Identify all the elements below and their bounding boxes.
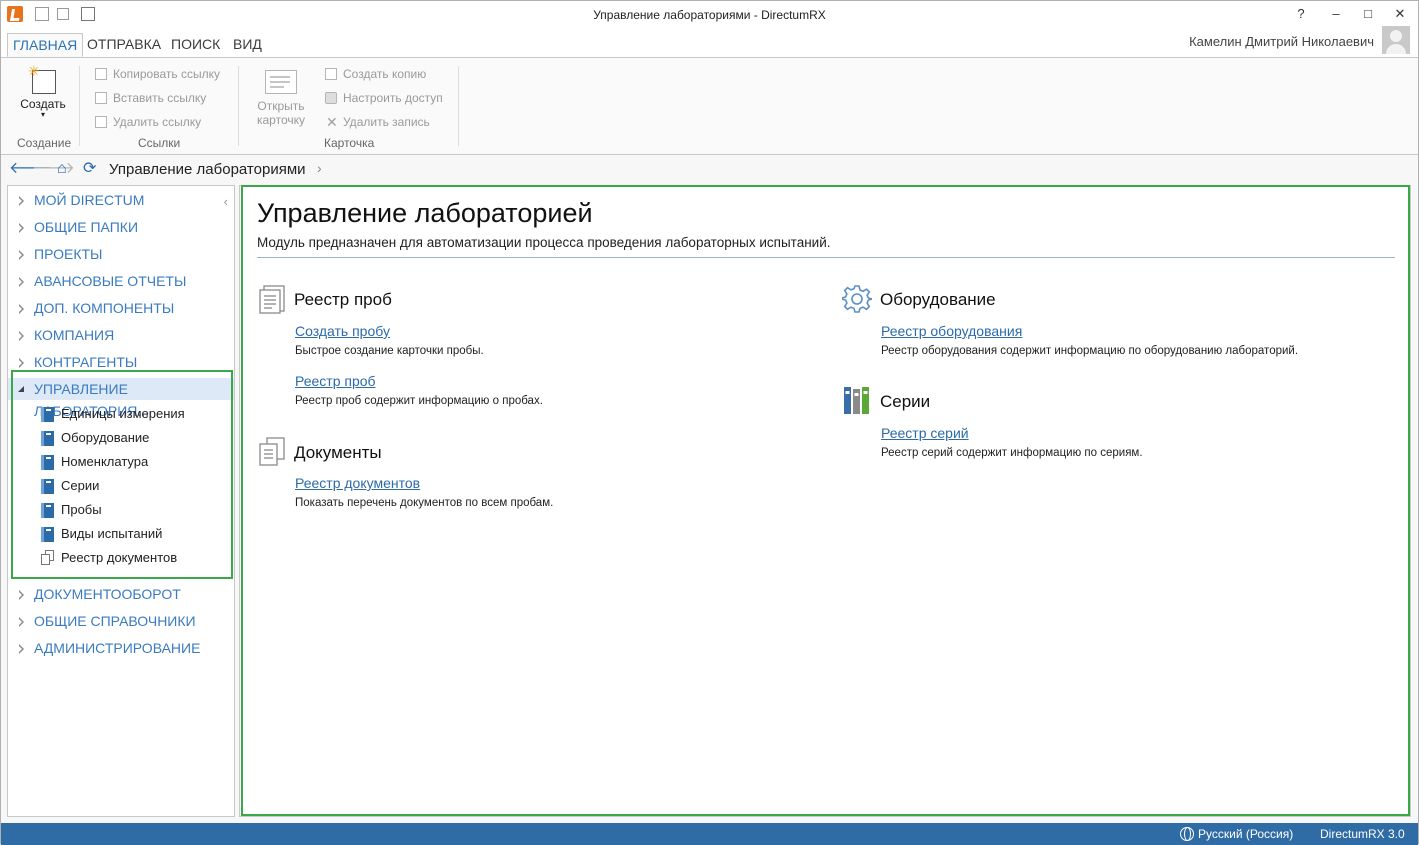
sidebar-item-shared-folders[interactable]: ОБЩИЕ ПАПКИ	[8, 216, 234, 238]
sidebar-item-projects[interactable]: ПРОЕКТЫ	[8, 243, 234, 265]
copy-link-button[interactable]: Копировать ссылку	[93, 64, 220, 84]
expand-arrow-icon	[19, 277, 24, 287]
delete-link-icon	[95, 116, 107, 128]
sidebar-item-my-directum[interactable]: МОЙ DIRECTUM	[8, 189, 234, 211]
maximize-button[interactable]: □	[1353, 4, 1383, 24]
ribbon-separator	[458, 66, 459, 146]
ribbon-separator	[79, 66, 80, 146]
navigation-bar: 🡐 🡒 ⌂ ⟳ Управление лабораториями ›	[1, 156, 1418, 183]
create-copy-button[interactable]: Создать копию	[323, 64, 426, 84]
copy-link-icon	[95, 68, 107, 80]
sidebar-item-document-flow[interactable]: ДОКУМЕНТООБОРОТ	[8, 583, 234, 605]
delete-link-button[interactable]: Удалить ссылку	[93, 112, 201, 132]
expand-arrow-icon	[19, 590, 24, 600]
window-title: Управление лабораториями - DirectumRX	[593, 8, 826, 22]
create-dropdown-arrow: ▾	[40, 110, 45, 119]
expand-arrow-icon	[19, 644, 24, 654]
refresh-icon[interactable]: ⟳	[83, 161, 96, 177]
group-label-card: Карточка	[324, 136, 375, 150]
paste-link-icon	[95, 92, 107, 104]
open-card-button[interactable]: Открыть карточку	[251, 70, 311, 127]
version-label: DirectumRX 3.0	[1320, 827, 1405, 841]
help-button[interactable]: ?	[1286, 4, 1316, 24]
create-icon: ✳	[28, 64, 58, 94]
sidebar-item-extra-components[interactable]: ДОП. КОМПОНЕНТЫ	[8, 297, 234, 319]
group-label-create: Создание	[17, 136, 72, 150]
close-button[interactable]: ✕	[1385, 4, 1415, 24]
app-window: Управление лабораториями - DirectumRX ? …	[0, 0, 1419, 845]
globe-icon	[1180, 827, 1194, 841]
highlight-frame	[11, 370, 233, 579]
title-bar: Управление лабораториями - DirectumRX ? …	[1, 1, 1418, 29]
configure-access-button[interactable]: Настроить доступ	[323, 88, 443, 108]
expand-arrow-icon	[19, 196, 24, 206]
open-card-icon	[265, 70, 297, 94]
expand-arrow-icon	[19, 250, 24, 260]
breadcrumb[interactable]: Управление лабораториями	[109, 161, 306, 178]
create-button[interactable]: ✳ Создать ▾	[15, 64, 71, 119]
ribbon-separator	[238, 66, 239, 146]
user-name[interactable]: Камелин Дмитрий Николаевич	[1189, 34, 1374, 49]
paste-link-button[interactable]: Вставить ссылку	[93, 88, 206, 108]
expand-arrow-icon	[19, 331, 24, 341]
copy-icon	[325, 68, 337, 80]
highlight-frame	[241, 185, 1410, 816]
tab-view[interactable]: ВИД	[228, 33, 267, 57]
expand-arrow-icon	[19, 358, 24, 368]
tab-home[interactable]: ГЛАВНАЯ	[7, 33, 84, 57]
tab-send[interactable]: ОТПРАВКА	[82, 33, 166, 57]
language-indicator[interactable]: Русский (Россия)	[1198, 827, 1293, 841]
forward-arrow-icon[interactable]: 🡒	[32, 161, 75, 177]
group-label-links: Ссылки	[138, 136, 181, 150]
sidebar-item-common-references[interactable]: ОБЩИЕ СПРАВОЧНИКИ	[8, 610, 234, 632]
sidebar-item-advance-reports[interactable]: АВАНСОВЫЕ ОТЧЕТЫ	[8, 270, 234, 292]
expand-arrow-icon	[19, 304, 24, 314]
lock-icon	[325, 92, 337, 104]
user-avatar[interactable]	[1382, 26, 1410, 54]
status-bar: Русский (Россия) DirectumRX 3.0	[1, 823, 1418, 845]
expand-arrow-icon	[19, 223, 24, 233]
delete-record-button[interactable]: ✕ Удалить запись	[323, 112, 430, 132]
delete-x-icon: ✕	[326, 114, 338, 130]
minimize-button[interactable]: –	[1321, 4, 1351, 24]
sidebar-item-company[interactable]: КОМПАНИЯ	[8, 324, 234, 346]
ribbon-panel: ✳ Создать ▾ Создание Копировать ссылку В…	[1, 57, 1418, 155]
home-icon[interactable]: ⌂	[57, 161, 67, 177]
sidebar-item-administration[interactable]: АДМИНИСТРИРОВАНИЕ	[8, 637, 234, 659]
tab-search[interactable]: ПОИСК	[166, 33, 225, 57]
create-label: Создать	[20, 97, 66, 111]
breadcrumb-chevron-icon[interactable]: ›	[317, 160, 322, 176]
expand-arrow-icon	[19, 617, 24, 627]
